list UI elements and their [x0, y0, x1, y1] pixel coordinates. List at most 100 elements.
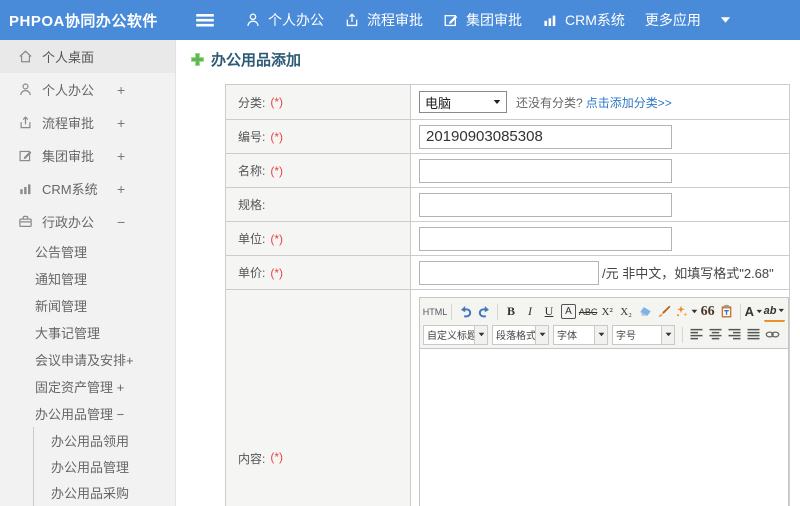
bar-chart-icon — [542, 12, 558, 28]
field-label-spec: 规格: — [226, 188, 411, 221]
font-family-select[interactable]: 字体 — [553, 324, 608, 345]
nav-personal-office[interactable]: 个人办公 — [245, 10, 324, 30]
top-navigation: 个人办公 流程审批 集团审批 CRM系统 更多应用 — [245, 0, 731, 40]
italic-button[interactable]: I — [521, 302, 539, 322]
underline-button[interactable]: U — [540, 302, 558, 322]
editor-toolbar-row2: 自定义标题 段落格式 字体 字号 — [423, 323, 785, 346]
hamburger-menu-icon[interactable] — [194, 9, 216, 31]
combo-dropdown-button[interactable] — [535, 325, 548, 344]
field-label-code: 编号: (*) — [226, 120, 411, 153]
font-color-button[interactable]: A — [745, 302, 763, 322]
combo-dropdown-button[interactable] — [661, 325, 674, 344]
char-border-button[interactable]: A — [561, 304, 576, 319]
supplies-add-form: 分类: (*) 电脑 还没有分类? 点击添加分类>> 编号: (*) 20190… — [225, 84, 790, 506]
nav-group-approval[interactable]: 集团审批 — [443, 10, 522, 30]
sidebar-item-fixed-assets-mgmt[interactable]: 固定资产管理 + — [0, 373, 175, 400]
expand-plus[interactable]: + — [117, 115, 125, 131]
sidebar-item-notice-mgmt[interactable]: 通知管理 — [0, 265, 175, 292]
sidebar-item-group-approval[interactable]: 集团审批 + — [0, 139, 175, 172]
sidebar-item-office-supplies-mgmt[interactable]: 办公用品管理 − — [0, 400, 175, 427]
expand-plus[interactable]: + — [117, 181, 125, 197]
unit-input[interactable] — [419, 226, 672, 251]
format-painter-button[interactable] — [655, 302, 673, 322]
form-row-category: 分类: (*) 电脑 还没有分类? 点击添加分类>> — [226, 85, 789, 120]
paragraph-format-select[interactable]: 段落格式 — [492, 324, 549, 345]
form-row-unit: 单位: (*) — [226, 222, 789, 256]
toolbar-separator — [739, 303, 741, 320]
paste-as-text-button[interactable] — [718, 302, 736, 322]
undo-button[interactable] — [456, 302, 474, 322]
sidebar-item-admin-office[interactable]: 行政办公 − — [0, 205, 175, 238]
price-input[interactable] — [419, 260, 599, 285]
sidebar-subgroup-office-supplies: 办公用品领用 办公用品管理 办公用品采购 — [33, 427, 175, 506]
home-icon — [18, 49, 33, 64]
insert-link-button[interactable] — [763, 325, 781, 345]
sidebar-item-meeting-mgmt[interactable]: 会议申请及安排+ — [0, 346, 175, 373]
align-center-icon — [708, 327, 723, 342]
page-title: 办公用品添加 — [190, 49, 301, 70]
sidebar-item-personal-desktop[interactable]: 个人桌面 — [0, 40, 175, 73]
user-icon — [245, 12, 261, 28]
highlight-color-button[interactable]: ab — [763, 302, 785, 322]
required-mark: (*) — [270, 95, 284, 109]
field-label-price: 单价: (*) — [226, 256, 411, 289]
blockquote-button[interactable]: 66 — [699, 302, 717, 322]
briefcase-icon — [18, 214, 33, 229]
nav-more-apps[interactable]: 更多应用 — [645, 10, 731, 30]
add-plus-icon — [190, 52, 205, 67]
chevron-down-icon — [691, 309, 698, 314]
bold-button[interactable]: B — [502, 302, 520, 322]
combo-dropdown-button[interactable] — [594, 325, 607, 344]
sidebar-item-memorabilia-mgmt[interactable]: 大事记管理 — [0, 319, 175, 346]
category-hint: 还没有分类? — [516, 95, 583, 110]
justify-button[interactable] — [744, 325, 762, 345]
nav-workflow-approval[interactable]: 流程审批 — [344, 10, 423, 30]
editor-content-area[interactable] — [419, 349, 789, 506]
collapse-minus[interactable]: − — [117, 214, 125, 230]
brush-icon — [657, 304, 672, 319]
redo-button[interactable] — [475, 302, 493, 322]
superscript-button[interactable]: X² — [598, 302, 616, 322]
category-select[interactable]: 电脑 — [419, 91, 507, 113]
bar-chart-icon — [18, 181, 33, 196]
redo-icon — [477, 304, 492, 319]
align-right-button[interactable] — [725, 325, 743, 345]
expand-plus[interactable]: + — [117, 148, 125, 164]
html-source-button[interactable]: HTML — [423, 302, 448, 322]
toolbar-separator — [682, 326, 683, 343]
custom-title-select[interactable]: 自定义标题 — [423, 324, 488, 345]
combo-dropdown-button[interactable] — [474, 325, 487, 344]
nav-label: 流程审批 — [367, 12, 423, 28]
sidebar-item-supplies-manage[interactable]: 办公用品管理 — [34, 453, 175, 479]
sidebar-item-news-mgmt[interactable]: 新闻管理 — [0, 292, 175, 319]
sidebar-item-workflow-approval[interactable]: 流程审批 + — [0, 106, 175, 139]
strikethrough-button[interactable]: ABC — [579, 302, 598, 322]
category-select-value: 电脑 — [425, 95, 452, 111]
sidebar-item-announcement-mgmt[interactable]: 公告管理 — [0, 238, 175, 265]
user-icon — [18, 82, 33, 97]
sidebar-item-supplies-requisition[interactable]: 办公用品领用 — [34, 427, 175, 453]
nav-crm-system[interactable]: CRM系统 — [542, 10, 625, 30]
field-label-unit: 单位: (*) — [226, 222, 411, 255]
add-category-link[interactable]: 点击添加分类>> — [586, 94, 672, 111]
magic-sparkle-icon — [674, 304, 689, 319]
sidebar-item-personal-office[interactable]: 个人办公 + — [0, 73, 175, 106]
chevron-down-icon — [539, 332, 546, 337]
align-center-button[interactable] — [706, 325, 724, 345]
font-size-select[interactable]: 字号 — [612, 324, 675, 345]
sidebar-item-supplies-purchase[interactable]: 办公用品采购 — [34, 479, 175, 505]
code-input[interactable] — [419, 124, 672, 149]
expand-plus[interactable]: + — [117, 82, 125, 98]
field-label-category: 分类: (*) — [226, 85, 411, 119]
sidebar-item-crm-system[interactable]: CRM系统 + — [0, 172, 175, 205]
align-left-button[interactable] — [687, 325, 705, 345]
editor-toolbar: HTML B I U A ABC X² X₂ 66 A ab 自定义标题 段落格… — [419, 297, 789, 349]
select-caret-icon — [493, 99, 501, 105]
main-content: 办公用品添加 分类: (*) 电脑 还没有分类? 点击添加分类>> 编号: (*… — [176, 40, 800, 506]
topbar: PHPOA协同办公软件 个人办公 流程审批 集团审批 CRM系统 更多应用 — [0, 0, 800, 40]
spec-input[interactable] — [419, 192, 672, 217]
subscript-button[interactable]: X₂ — [617, 302, 635, 322]
name-input[interactable] — [419, 158, 672, 183]
remove-format-button[interactable] — [636, 302, 654, 322]
auto-typeset-button[interactable] — [674, 302, 698, 322]
